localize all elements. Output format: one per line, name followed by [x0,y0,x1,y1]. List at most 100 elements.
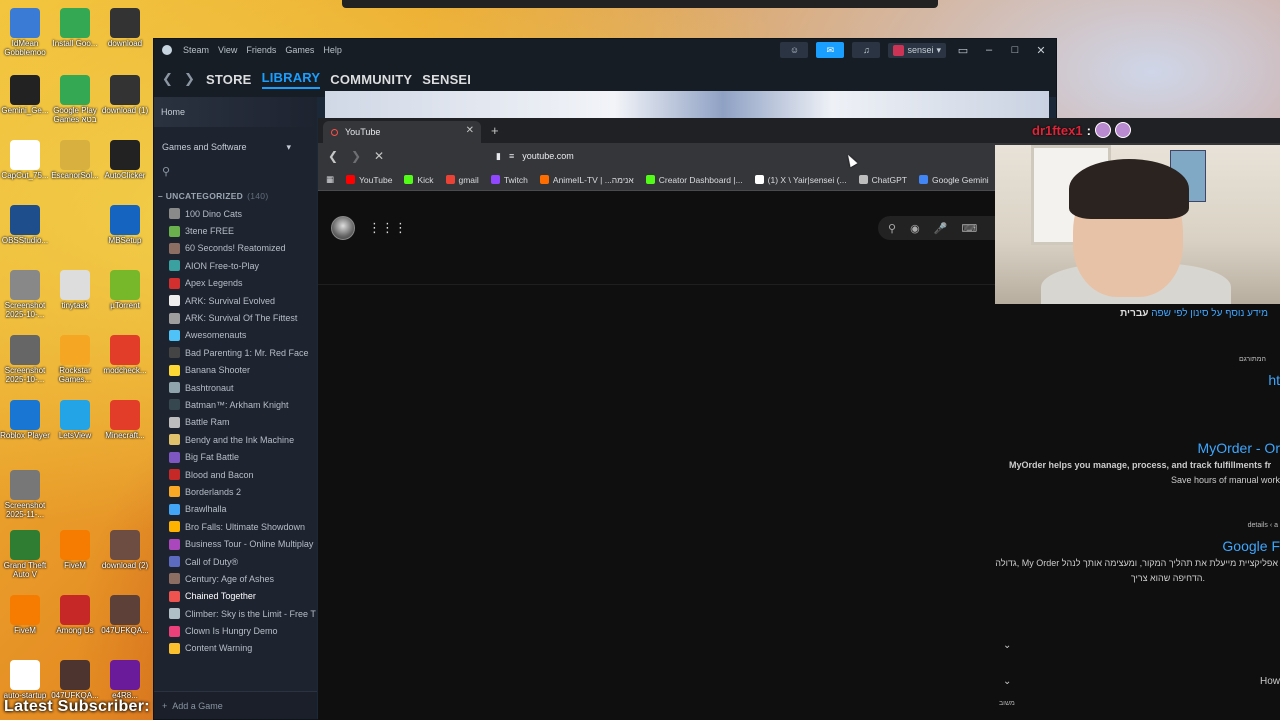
game-list-item[interactable]: 60 Seconds! Reatomized [154,240,317,257]
desktop-icon[interactable]: download (2) [100,530,150,571]
game-list-item[interactable]: 100 Dino Cats [154,205,317,222]
game-list-item[interactable]: Chained Together [154,588,317,605]
friends-icon[interactable]: ☺ [780,42,809,58]
result-link-fragment[interactable]: ht [1268,372,1280,388]
back-icon[interactable]: ❮ [327,149,339,163]
desktop-icon[interactable]: tinytask [50,270,100,311]
desktop-icon[interactable]: Screenshot 2025-10-... [0,270,50,320]
sidebar-home[interactable]: Home [154,97,317,127]
bookmark-item[interactable]: Creator Dashboard |... [645,175,743,185]
monitor-icon[interactable]: ▭ [954,44,972,57]
nav-library[interactable]: LIBRARY [261,70,321,89]
desktop-icon[interactable]: Rockstar Games... [50,335,100,385]
bookmark-item[interactable]: ChatGPT [858,175,907,185]
apps-grid-icon[interactable]: ▦ [326,174,334,185]
desktop-icon[interactable]: Screenshot 2025-11-... [0,470,50,520]
avatar[interactable] [331,216,355,240]
game-list-item[interactable]: Bendy and the Ink Machine [154,431,317,448]
desktop-icon[interactable]: Roblox Player [0,400,50,441]
bookmark-item[interactable]: AnimeIL-TV | ...אנימה [539,175,634,185]
bookmark-item[interactable]: gmail [445,175,479,185]
desktop-icon[interactable]: modcheck... [100,335,150,376]
desktop-icon[interactable]: FiveM [50,530,100,571]
game-list-item[interactable]: Banana Shooter [154,362,317,379]
desktop-icon[interactable]: Google Play Games בטא [50,75,100,125]
announcement-icon[interactable]: ✉ [816,42,845,58]
desktop-icon[interactable]: Among Us [50,595,100,636]
bookmark-item[interactable]: YouTube [346,175,392,185]
game-list-item[interactable]: Clown Is Hungry Demo [154,622,317,639]
desktop-icon[interactable]: Gemini_Ge... [0,75,50,116]
maximize-icon[interactable]: □ [1006,44,1024,56]
desktop-icon[interactable]: 047UFKQA... [50,660,100,701]
desktop-icon[interactable]: µTorrent [100,270,150,311]
menu-games[interactable]: Games [285,45,314,55]
game-list-item[interactable]: Awesomenauts [154,327,317,344]
nav-community[interactable]: COMMUNITY [330,72,412,87]
language-filter-line[interactable]: מידע נוסף על סינון לפי שפה עברית [1120,308,1268,319]
desktop-icon[interactable]: CapCut_75... [0,140,50,181]
desktop-icon[interactable]: IdMean Gobblemoo [0,8,50,58]
site-info-icon[interactable]: ≡ [509,151,514,161]
game-list-item[interactable]: Bashtronaut [154,379,317,396]
feedback-link[interactable]: משוב [999,700,1015,707]
game-list-item[interactable]: ARK: Survival Evolved [154,292,317,309]
game-list-item[interactable]: Content Warning [154,640,317,657]
nav-store[interactable]: STORE [206,72,252,87]
desktop-icon[interactable]: LetsView [50,400,100,441]
bookmark-item[interactable]: Kick [404,175,434,185]
game-list-item[interactable]: AION Free-to-Play [154,257,317,274]
lens-icon[interactable]: ◉ [910,222,920,235]
game-list-item[interactable]: Batman™: Arkham Knight [154,396,317,413]
game-list-item[interactable]: Brawlhalla [154,501,317,518]
add-game-button[interactable]: + Add a Game [154,691,317,719]
user-menu[interactable]: sensei ▾ [888,42,946,58]
game-list-item[interactable]: Business Tour - Online Multiplay [154,535,317,552]
game-list-item[interactable]: Call of Duty® [154,553,317,570]
forward-arrow-icon[interactable]: ❯ [184,71,196,87]
desktop-icon[interactable]: AutoClicker [100,140,150,181]
game-list-item[interactable]: 3tene FREE [154,222,317,239]
game-list-item[interactable]: ARK: Survival Of The Fittest [154,309,317,326]
chevron-down-icon[interactable]: ⌄ [1003,676,1011,687]
nav-sensei[interactable]: SENSEI [422,72,471,87]
new-tab-button[interactable]: + [491,123,499,138]
close-tab-icon[interactable]: ✕ [466,125,474,136]
bookmark-icon[interactable]: ▮ [496,151,501,162]
desktop-icon[interactable]: e4R8... [100,660,150,701]
address-bar[interactable]: ▮ ≡ youtube.com [496,146,996,166]
chevron-down-icon[interactable]: ⌄ [1003,640,1011,651]
desktop-icon[interactable]: auto-startup [0,660,50,701]
library-search[interactable]: ⚲ [154,159,317,183]
tab-youtube[interactable]: YouTube ✕ [323,121,481,143]
keyboard-icon[interactable]: ⌨ [961,222,977,235]
game-list-item[interactable]: Bad Parenting 1: Mr. Red Face [154,344,317,361]
game-list-item[interactable]: Big Fat Battle [154,448,317,465]
result-title-google[interactable]: Google F [1222,538,1280,554]
games-filter-dropdown[interactable]: Games and Software ▾ [154,135,317,159]
bookmark-item[interactable]: Google Gemini [919,175,989,185]
desktop-icon[interactable]: download [100,8,150,49]
menu-view[interactable]: View [218,45,237,55]
game-list-item[interactable]: Century: Age of Ashes [154,570,317,587]
desktop-icon[interactable]: 047UFKQA... [100,595,150,636]
desktop-icon[interactable]: EscanorSol... [50,140,100,181]
close-icon[interactable]: ✕ [1032,44,1050,57]
desktop-icon[interactable]: Install Goo... [50,8,100,49]
mic-icon[interactable]: 🎤 [934,222,948,235]
menu-help[interactable]: Help [323,45,342,55]
bell-icon[interactable]: ♫ [852,42,881,58]
game-list-item[interactable]: Apex Legends [154,275,317,292]
search-bar[interactable]: ⚲ ◉ 🎤 ⌨ [878,216,998,240]
result-title-myorder[interactable]: MyOrder - Or [1198,440,1280,456]
desktop-icon[interactable]: Screenshot 2025-10-... [0,335,50,385]
desktop-icon[interactable]: MBSetup [100,205,150,246]
desktop-icon[interactable]: OBSStudio... [0,205,50,246]
game-list-item[interactable]: Blood and Bacon [154,466,317,483]
bookmark-item[interactable]: Twitch [490,175,528,185]
bookmark-item[interactable]: (1) X \ Yair|sensei (... [754,175,847,185]
back-arrow-icon[interactable]: ❮ [162,71,174,87]
stop-loading-icon[interactable]: ✕ [373,149,385,163]
forward-icon[interactable]: ❯ [350,149,362,163]
game-list-item[interactable]: Borderlands 2 [154,483,317,500]
